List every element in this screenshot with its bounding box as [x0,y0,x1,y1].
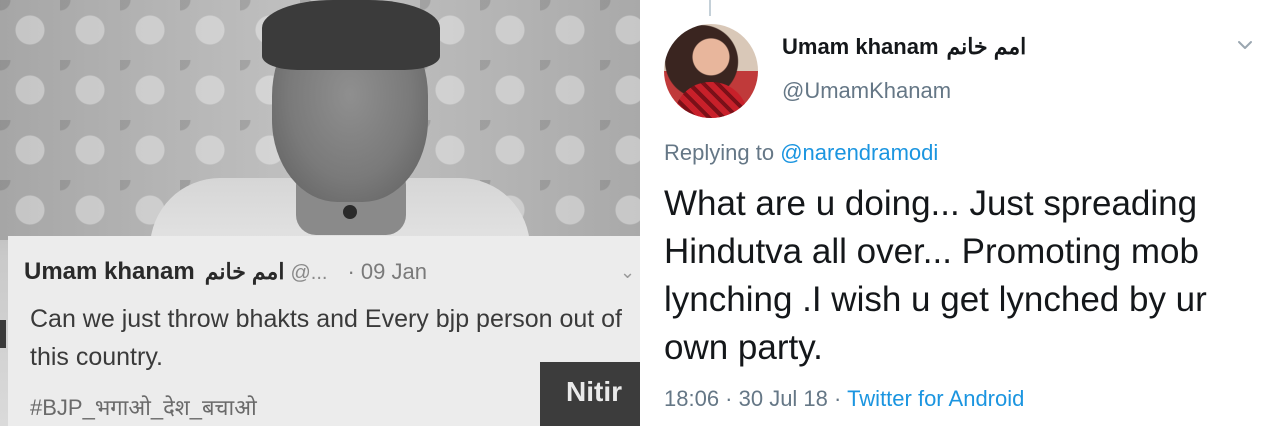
clipping-tweet-header: Umam khanam امم خانم @... · 09 Jan [24,258,427,288]
tweet-display-name[interactable]: Umam khanam امم خانم [782,34,1026,60]
chevron-down-icon[interactable] [1236,36,1254,54]
clipping-overlay-label: Nitir [540,362,640,426]
chevron-down-icon: ⌄ [620,262,636,282]
tweet-text: What are u doing... Just spreading Hindu… [664,184,1207,367]
thread-connector-line [709,0,711,16]
clipping-tweet-date: · 09 Jan [347,259,427,284]
clipping-hashtag: #BJP_भगाओ_देश_बचाओ [30,395,257,420]
replying-to-prefix: Replying to [664,140,775,165]
replying-to-line: Replying to @narendramodi [664,140,938,166]
clipping-author-urdu-name: امم خانم [204,259,285,284]
avatar-shirt [674,82,748,118]
tweet-source-link[interactable]: Twitter for Android [847,386,1024,411]
display-name-urdu: امم خانم [946,34,1027,59]
panel-divider [640,0,652,426]
newspaper-clipping-photo: Umam khanam امم خانم @... · 09 Jan ⌄ Can… [0,0,640,426]
clipping-author-name: Umam khanam [24,258,195,285]
clipping-edge-bar [0,320,6,348]
display-name-text: Umam khanam [782,34,939,59]
tweet-handle[interactable]: @UmamKhanam [782,78,951,104]
clipping-author-handle: @... [290,262,328,284]
tweet-timestamp[interactable]: 18:06 · 30 Jul 18 · [664,386,841,411]
person-hair [262,0,440,70]
lapel-mic [343,205,357,219]
avatar[interactable] [664,24,758,118]
replying-to-mention-link[interactable]: @narendramodi [780,140,938,165]
tweet-metadata: 18:06 · 30 Jul 18 · Twitter for Android [664,386,1024,412]
